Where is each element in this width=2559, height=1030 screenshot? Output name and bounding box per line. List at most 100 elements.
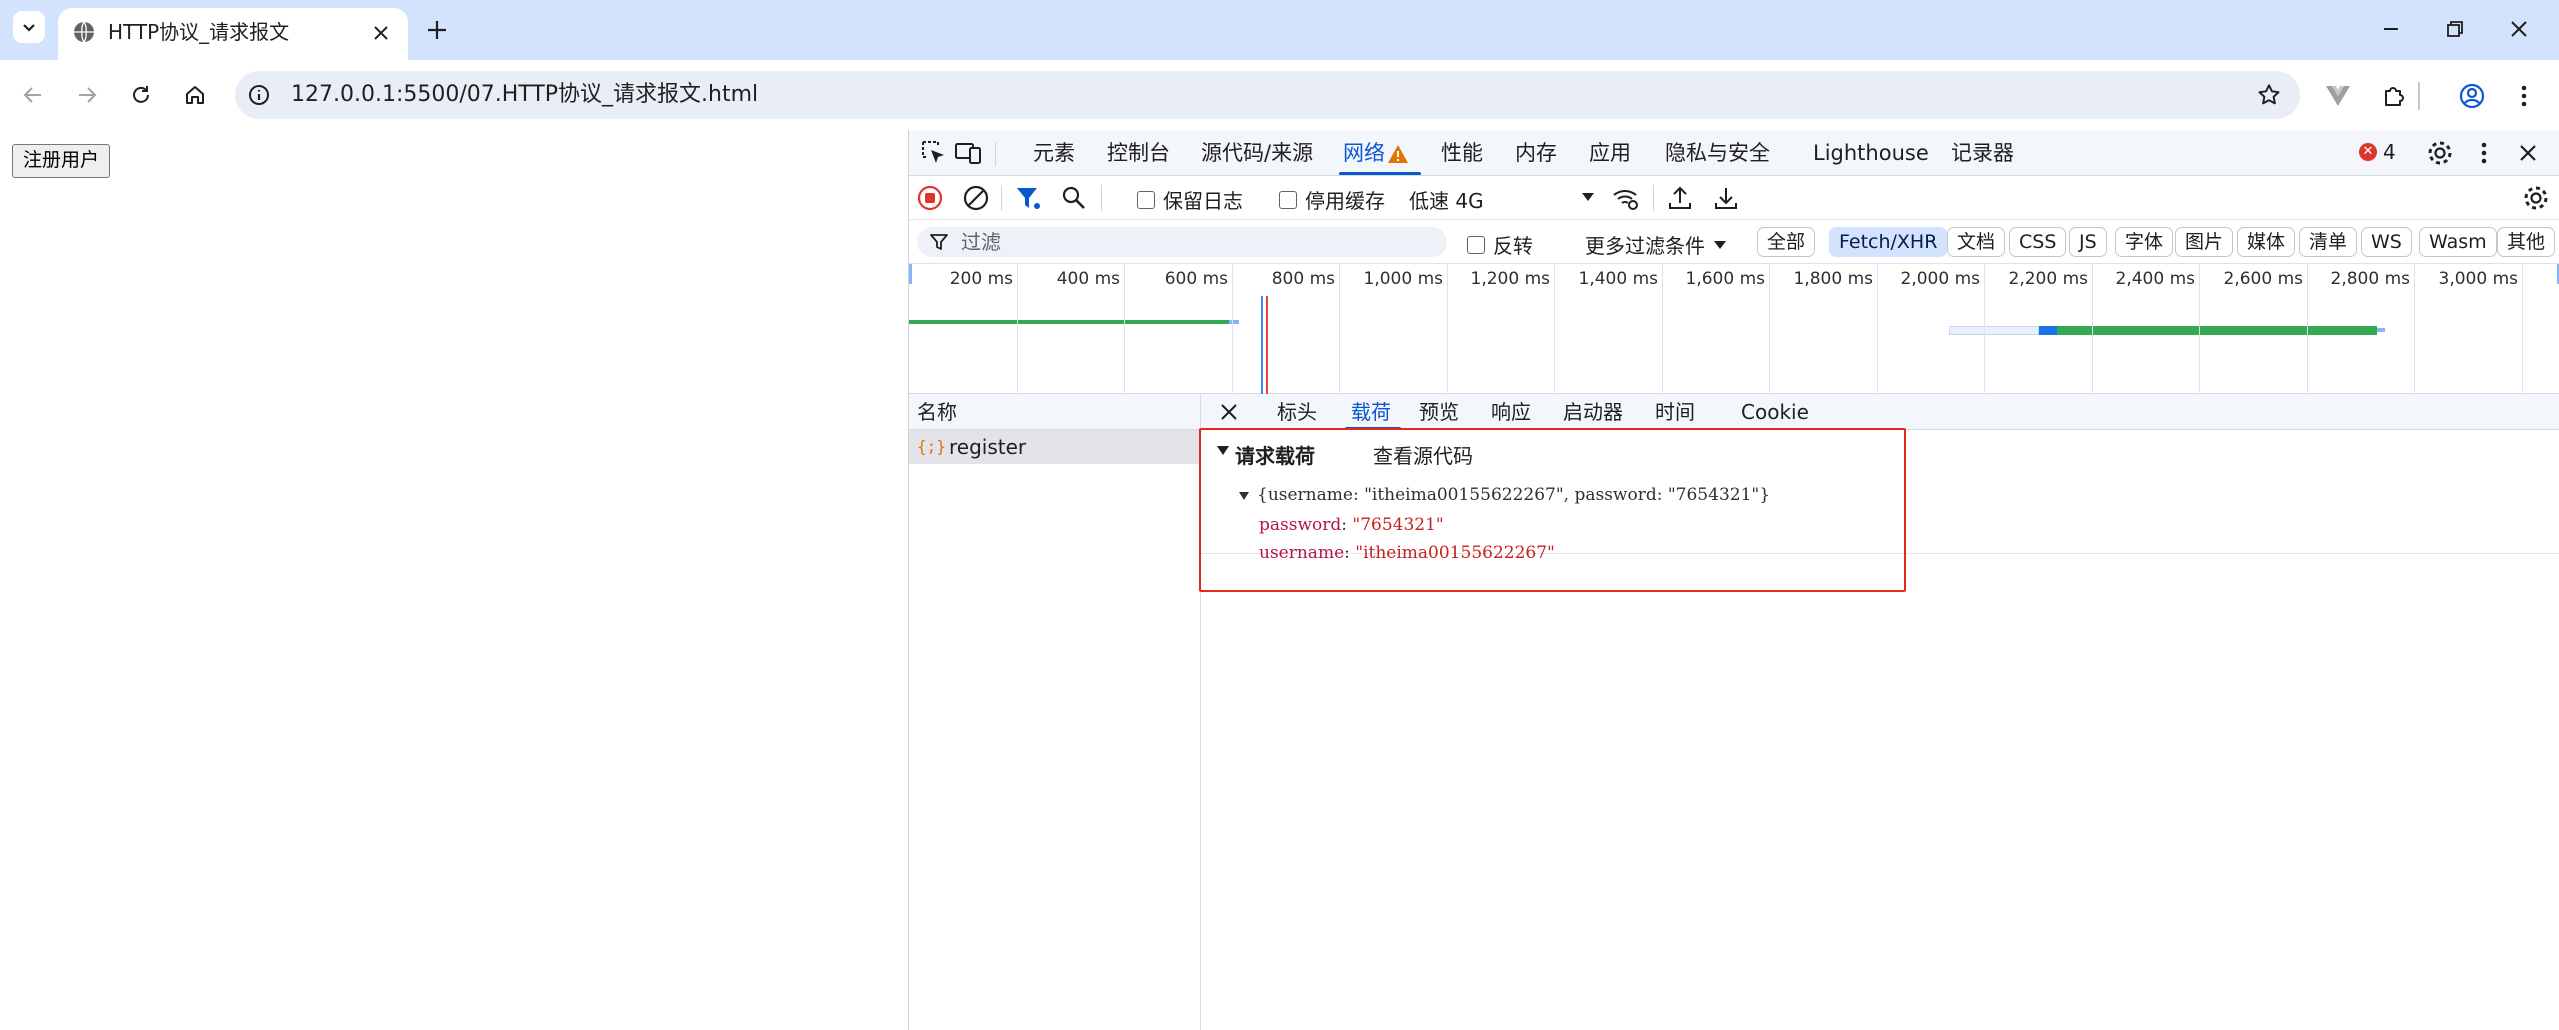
import-har-icon[interactable] [1665, 183, 1695, 213]
overview-start-handle[interactable] [909, 264, 912, 284]
tab-privacy-security[interactable]: 隐私与安全 [1665, 138, 1770, 168]
more-options-icon[interactable] [2469, 138, 2499, 168]
chip-manifest[interactable]: 清单 [2299, 227, 2358, 257]
checkbox-box[interactable] [1467, 235, 1485, 254]
tab-sources[interactable]: 源代码/来源 [1201, 138, 1313, 168]
register-user-button[interactable]: 注册用户 [12, 144, 111, 178]
payload-summary[interactable]: {username: "itheima00155622267", passwor… [1257, 482, 1770, 508]
tab-console[interactable]: 控制台 [1107, 138, 1170, 168]
tab-payload[interactable]: 载荷 [1351, 397, 1391, 427]
tab-response[interactable]: 响应 [1491, 397, 1531, 427]
chip-fetch-xhr[interactable]: Fetch/XHR [1829, 227, 1948, 257]
tab-elements[interactable]: 元素 [1033, 138, 1075, 168]
checkbox-box[interactable] [1137, 190, 1155, 209]
disable-cache-checkbox[interactable]: 停用缓存 [1279, 185, 1385, 214]
more-filters-dropdown[interactable]: 更多过滤条件 [1585, 230, 1727, 259]
forward-button[interactable] [68, 76, 106, 114]
collapse-triangle-icon[interactable] [1217, 446, 1229, 455]
export-har-icon[interactable] [1711, 183, 1741, 213]
filter-icon [930, 234, 948, 250]
timeline-gridline [1877, 264, 1878, 394]
restore-button[interactable] [2430, 10, 2480, 48]
devtools-tab-bar: 元素 控制台 源代码/来源 网络 性能 内存 应用 隐私与安全 Lighthou… [909, 130, 2559, 176]
request-row-register[interactable]: {;} register [909, 430, 1200, 464]
chip-font[interactable]: 字体 [2115, 227, 2174, 257]
overview-bar-xhr-queue [1949, 326, 2039, 335]
chip-all[interactable]: 全部 [1757, 227, 1816, 257]
invert-label: 反转 [1493, 234, 1533, 258]
site-info-icon[interactable] [247, 83, 271, 107]
dropdown-triangle-icon [1714, 240, 1726, 249]
payload-field-username[interactable]: username: "itheima00155622267" [1259, 540, 1555, 566]
network-overview-timeline[interactable]: 200 ms 400 ms 600 ms 800 ms 1,000 ms 1,200 ms… [909, 264, 2559, 394]
chip-img[interactable]: 图片 [2175, 227, 2234, 257]
home-button[interactable] [176, 76, 214, 114]
tab-recorder[interactable]: 记录器 [1951, 138, 2014, 168]
close-devtools-icon[interactable] [2513, 138, 2543, 168]
address-bar[interactable]: 127.0.0.1:5500/07.HTTP协议_请求报文.html [235, 71, 2300, 119]
vue-devtools-extension[interactable] [2320, 78, 2356, 114]
close-window-button[interactable] [2494, 10, 2544, 48]
chip-media[interactable]: 媒体 [2237, 227, 2296, 257]
close-detail-icon[interactable] [1217, 400, 1241, 424]
tab-cookies[interactable]: Cookie [1741, 397, 1809, 427]
request-name-column: 名称 {;} register [909, 394, 1201, 1030]
clear-icon[interactable] [961, 183, 991, 213]
checkbox-box[interactable] [1279, 190, 1297, 209]
tab-lighthouse[interactable]: Lighthouse [1813, 138, 1929, 168]
timeline-tick-label: 2,200 ms [2008, 269, 2089, 289]
tab-application[interactable]: 应用 [1589, 138, 1631, 168]
timeline-tick-label: 1,400 ms [1578, 269, 1659, 289]
settings-gear-icon[interactable] [2425, 138, 2455, 168]
back-button[interactable] [14, 76, 52, 114]
tab-performance[interactable]: 性能 [1441, 138, 1483, 168]
minimize-button[interactable] [2366, 10, 2416, 48]
timeline-gridline [1447, 264, 1448, 394]
chip-ws[interactable]: WS [2361, 227, 2412, 257]
throttling-select[interactable]: 低速 4G [1409, 185, 1595, 214]
payload-field-password[interactable]: password: "7654321" [1259, 512, 1444, 538]
tab-preview[interactable]: 预览 [1419, 397, 1459, 427]
tab-initiator[interactable]: 启动器 [1563, 397, 1623, 427]
tab-memory[interactable]: 内存 [1515, 138, 1557, 168]
network-settings-gear-icon[interactable] [2521, 183, 2551, 213]
timeline-gridline [2092, 264, 2093, 394]
tab-search-button[interactable] [13, 11, 45, 43]
chip-css[interactable]: CSS [2009, 227, 2067, 257]
chip-other[interactable]: 其他 [2497, 227, 2556, 257]
device-toolbar-icon[interactable] [953, 138, 983, 168]
bookmark-star-icon[interactable] [2256, 82, 2282, 108]
expand-object-triangle-icon[interactable] [1239, 492, 1249, 500]
profile-button[interactable] [2454, 78, 2490, 114]
timeline-gridline [2199, 264, 2200, 394]
chip-wasm[interactable]: Wasm [2419, 227, 2497, 257]
new-tab-icon[interactable] [420, 14, 454, 46]
reload-icon [133, 86, 149, 103]
network-conditions-icon[interactable] [1611, 183, 1641, 213]
invert-checkbox[interactable]: 反转 [1467, 230, 1533, 259]
extensions-button[interactable] [2376, 78, 2412, 114]
payload-section-title[interactable]: 请求载荷 [1235, 440, 1315, 469]
chip-js[interactable]: JS [2069, 227, 2107, 257]
browser-tab[interactable]: HTTP协议_请求报文 [58, 8, 408, 60]
tab-timing[interactable]: 时间 [1655, 397, 1695, 427]
timeline-gridline [1017, 264, 1018, 394]
filter-input[interactable]: 过滤 [917, 227, 1447, 257]
inspect-element-icon[interactable] [919, 138, 949, 168]
close-tab-icon[interactable] [368, 20, 394, 46]
browser-menu-button[interactable] [2506, 78, 2542, 114]
overview-bar-xhr-download [2057, 326, 2377, 335]
chip-doc[interactable]: 文档 [1947, 227, 2006, 257]
name-column-header[interactable]: 名称 [909, 394, 1200, 430]
error-icon: ✕ [2359, 143, 2377, 161]
preserve-log-checkbox[interactable]: 保留日志 [1137, 185, 1243, 214]
view-source-link[interactable]: 查看源代码 [1373, 440, 1473, 469]
tab-network[interactable]: 网络 [1343, 138, 1385, 168]
filter-funnel-icon[interactable] [1013, 183, 1043, 213]
reload-button[interactable] [122, 76, 160, 114]
stop-recording-icon[interactable] [915, 183, 945, 213]
search-icon[interactable] [1059, 183, 1089, 213]
tab-headers[interactable]: 标头 [1277, 397, 1317, 427]
url-text[interactable]: 127.0.0.1:5500/07.HTTP协议_请求报文.html [291, 80, 758, 110]
error-counter[interactable]: ✕ 4 [2359, 140, 2396, 164]
